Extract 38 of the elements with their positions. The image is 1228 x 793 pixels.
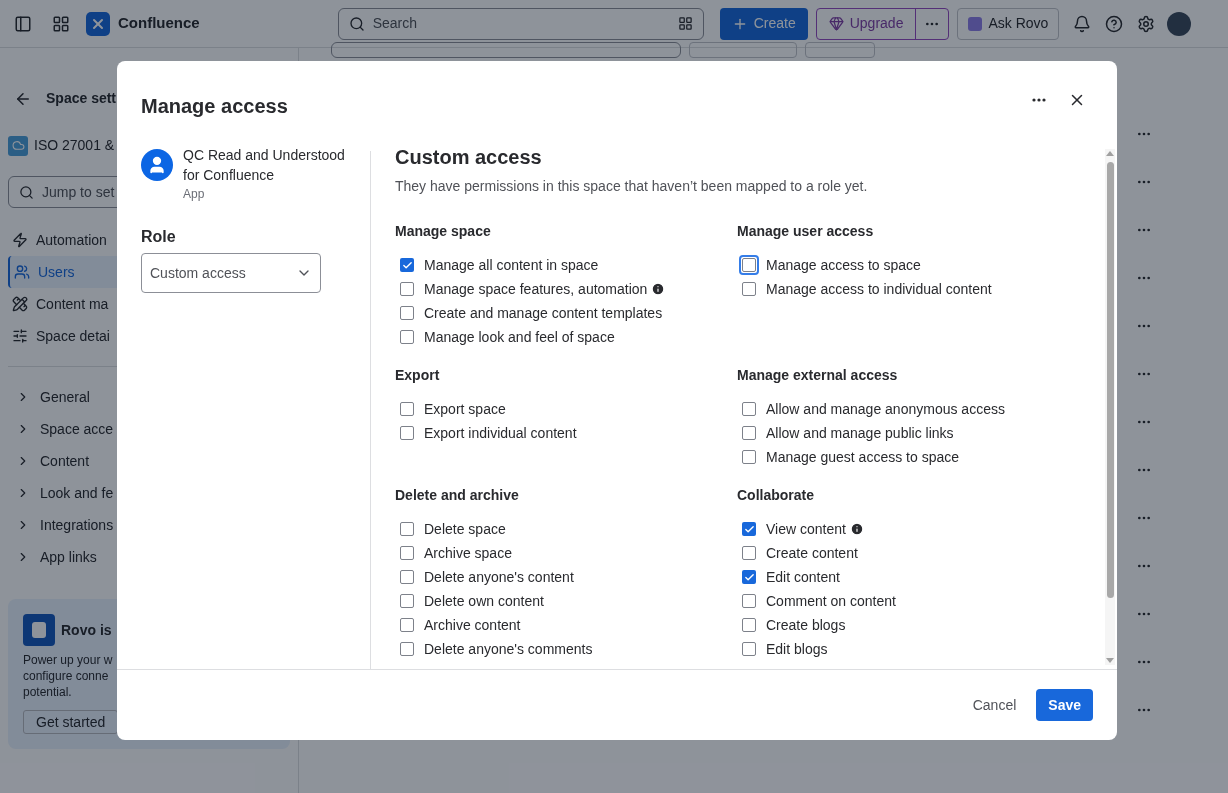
- permission-label: Manage guest access to space: [766, 447, 959, 467]
- permission-label: Manage access to space: [766, 255, 921, 275]
- permission-label: Delete anyone's comments: [424, 639, 593, 659]
- group-heading: Collaborate: [737, 486, 815, 505]
- group-heading: Manage external access: [737, 366, 899, 385]
- permission-label: Manage look and feel of space: [424, 327, 615, 347]
- permission-label: Delete space: [424, 519, 506, 539]
- group-heading: Manage space: [395, 222, 492, 241]
- permission-label: Manage space features, automation: [424, 278, 666, 300]
- permission-label: Delete anyone's content: [424, 567, 574, 587]
- permission-label: Manage access to individual content: [766, 279, 992, 299]
- dialog-title: Manage access: [141, 94, 289, 119]
- permission-label: Allow and manage anonymous access: [766, 399, 1005, 419]
- permission-label: Comment on content: [766, 591, 896, 611]
- description: They have permissions in this space that haven’t been mapped to a role yet.: [395, 177, 869, 195]
- app-name: QC Read and Understood for Confluence: [183, 146, 346, 185]
- permission-label: Archive space: [424, 543, 512, 563]
- promo-title: Rovo is: [61, 620, 112, 640]
- group-heading: Export: [395, 366, 441, 385]
- permission-label: Delete own content: [424, 591, 544, 611]
- permission-label: Edit blogs: [766, 639, 828, 659]
- permission-label: Allow and manage public links: [766, 423, 954, 443]
- sidebar-title: Space sett: [46, 89, 117, 108]
- role-label: Role: [141, 227, 177, 247]
- permission-label: Archive content: [424, 615, 521, 635]
- group-heading: Manage user access: [737, 222, 875, 241]
- permission-label: Export space: [424, 399, 506, 419]
- group-heading: Delete and archive: [395, 486, 520, 505]
- app-type: App: [183, 186, 206, 203]
- section-heading: Custom access: [395, 145, 543, 170]
- permission-label: View content: [766, 518, 864, 540]
- permission-label: Edit content: [766, 567, 840, 587]
- permission-label: Create blogs: [766, 615, 846, 635]
- permission-label: Create content: [766, 543, 858, 563]
- permission-label: Manage all content in space: [424, 255, 599, 275]
- promo-text: Power up your w configure conne potential.: [23, 652, 114, 700]
- permission-label: Export individual content: [424, 423, 577, 443]
- permission-label: Create and manage content templates: [424, 303, 663, 323]
